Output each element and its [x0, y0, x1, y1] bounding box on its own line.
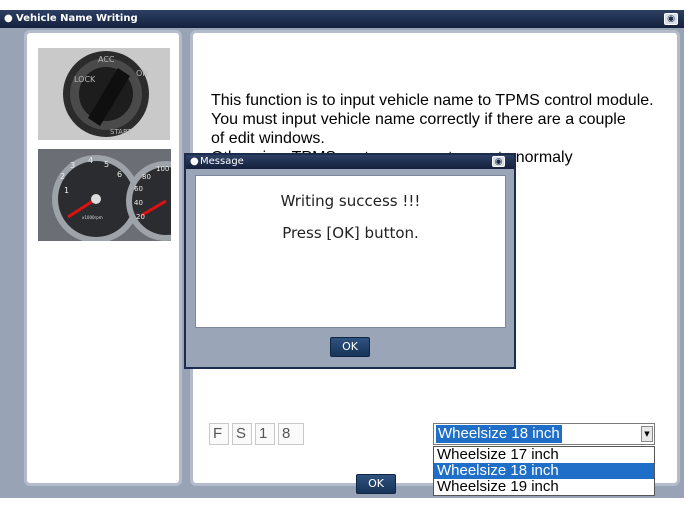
code-cell[interactable]: 8	[278, 423, 304, 445]
g-5: 5	[104, 160, 109, 169]
wheelsize-dropdown: Wheelsize 17 inch Wheelsize 18 inch Whee…	[433, 446, 655, 496]
chevron-down-icon[interactable]: ▼	[641, 426, 653, 442]
dialog-ok-button[interactable]: OK	[330, 337, 370, 357]
ok-button[interactable]: OK	[356, 474, 396, 494]
wheelsize-option[interactable]: Wheelsize 19 inch	[434, 479, 654, 495]
dialog-body: Writing success !!! Press [OK] button.	[195, 175, 506, 328]
g-6: 6	[117, 170, 122, 179]
g-rpm: x1000rpm	[82, 215, 103, 220]
ign-start: START	[110, 128, 132, 136]
camera-icon[interactable]: ◉	[664, 13, 678, 25]
main-titlebar: ● Vehicle Name Writing ◉	[0, 10, 684, 28]
g-20: 20	[136, 213, 145, 221]
window-icon: ●	[4, 13, 13, 24]
code-cell[interactable]: S	[232, 423, 252, 445]
code-cell[interactable]: F	[209, 423, 229, 445]
g-2: 2	[60, 172, 65, 181]
wheelsize-select[interactable]: Wheelsize 18 inch ▼	[433, 423, 655, 445]
wheelsize-option[interactable]: Wheelsize 17 inch	[434, 447, 654, 463]
instruction-message: Press [OK] button.	[282, 224, 419, 242]
g-40: 40	[134, 199, 143, 207]
ign-lock: LOCK	[74, 75, 96, 84]
code-cell[interactable]: 1	[255, 423, 275, 445]
wheelsize-option-selected[interactable]: Wheelsize 18 inch	[434, 463, 654, 479]
message-dialog: ● Message ◉ Writing success !!! Press [O…	[184, 153, 516, 369]
gauge-cluster-image: 1 2 3 4 5 6 80 60 40 20 100 x1000rpm	[38, 149, 171, 241]
dialog-titlebar: ● Message ◉	[186, 155, 514, 169]
g-1: 1	[64, 186, 69, 195]
window-title: Vehicle Name Writing	[16, 13, 138, 24]
g-80: 80	[142, 173, 151, 181]
camera-icon[interactable]: ◉	[492, 156, 505, 167]
success-message: Writing success !!!	[280, 192, 421, 210]
info-line: You must input vehicle name correctly if…	[211, 111, 626, 128]
ign-acc: ACC	[98, 55, 115, 64]
g-100: 100	[156, 165, 169, 173]
dialog-title: Message	[200, 156, 244, 167]
wheelsize-selected: Wheelsize 18 inch	[436, 425, 562, 443]
info-line: This function is to input vehicle name t…	[211, 92, 654, 109]
g-4: 4	[88, 156, 93, 165]
ign-on: ON	[136, 69, 148, 78]
info-line: of edit windows.	[211, 130, 325, 147]
g-60: 60	[134, 185, 143, 193]
g-3: 3	[70, 161, 75, 170]
ignition-image: LOCK ACC ON START	[38, 48, 170, 140]
window-icon: ●	[190, 156, 199, 167]
